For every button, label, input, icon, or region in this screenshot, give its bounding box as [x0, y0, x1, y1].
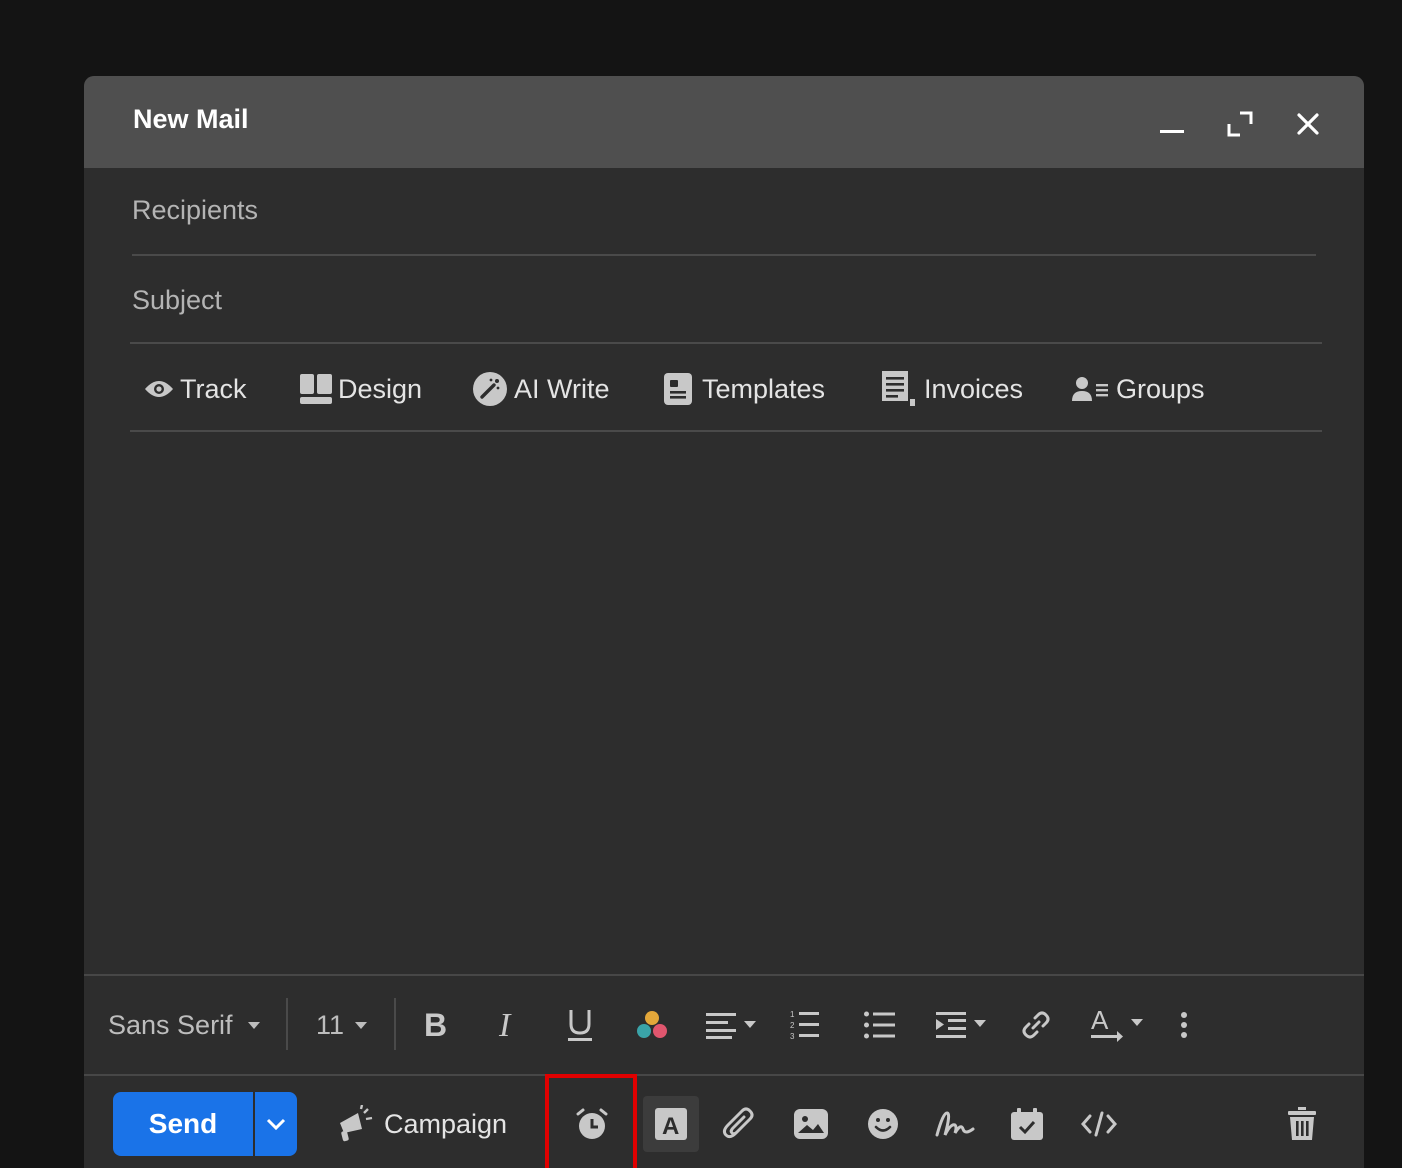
more-options-button[interactable]	[1164, 976, 1204, 1074]
italic-icon: I	[498, 1010, 512, 1040]
font-size-select[interactable]: 11	[308, 976, 378, 1074]
feature-toolbar: Track Design AI Write Templates Invoices	[130, 356, 1330, 422]
discard-draft-button[interactable]	[1274, 1096, 1330, 1152]
compose-titlebar: New Mail	[84, 76, 1364, 168]
send-toolbar: Send Campaign A	[84, 1074, 1364, 1168]
megaphone-icon	[340, 1105, 373, 1142]
insert-image-button[interactable]	[783, 1096, 839, 1152]
feature-divider	[130, 430, 1322, 432]
groups-icon	[1072, 376, 1110, 402]
toolbar-separator	[286, 998, 288, 1050]
insert-html-button[interactable]	[1071, 1096, 1127, 1152]
track-label: Track	[180, 373, 247, 404]
groups-button[interactable]: Groups	[1072, 356, 1205, 422]
formatting-toolbar: Sans Serif 11 B I 1 2 3 A	[84, 974, 1364, 1076]
color-palette-icon	[637, 1011, 667, 1038]
layout-icon	[300, 374, 332, 404]
chevron-down-icon	[266, 1118, 286, 1130]
insert-emoji-button[interactable]	[855, 1096, 911, 1152]
svg-text:A: A	[662, 1113, 679, 1140]
svg-text:3: 3	[790, 1032, 795, 1041]
insert-signature-button[interactable]	[927, 1096, 983, 1152]
close-button[interactable]	[1288, 104, 1328, 144]
emoji-icon	[868, 1109, 898, 1139]
svg-text:A: A	[1091, 1007, 1109, 1035]
campaign-button[interactable]: Campaign	[336, 1092, 507, 1156]
minimize-icon	[1160, 130, 1184, 133]
bulleted-list-button[interactable]	[858, 976, 902, 1074]
caret-down-icon	[355, 1022, 368, 1029]
minimize-button[interactable]	[1152, 104, 1192, 144]
templates-button[interactable]: Templates	[664, 356, 825, 422]
template-icon	[664, 373, 692, 405]
attach-file-button[interactable]	[711, 1096, 767, 1152]
underline-icon	[568, 1010, 592, 1041]
send-options-button[interactable]	[255, 1092, 297, 1156]
underline-button[interactable]	[558, 976, 602, 1074]
font-family-value: Sans Serif	[108, 1009, 233, 1040]
invoices-button[interactable]: Invoices	[882, 356, 1023, 422]
eye-icon	[144, 379, 174, 399]
code-icon	[1081, 1111, 1117, 1137]
numbered-list-button[interactable]: 1 2 3	[784, 976, 828, 1074]
bold-button[interactable]: B	[414, 976, 458, 1074]
expand-icon	[1227, 111, 1253, 137]
alarm-clock-icon	[576, 1108, 608, 1139]
message-body[interactable]	[84, 434, 1364, 974]
image-icon	[794, 1109, 828, 1139]
design-button[interactable]: Design	[300, 356, 422, 422]
magic-wand-icon	[472, 371, 508, 407]
svg-text:I: I	[498, 1010, 512, 1040]
ai-write-label: AI Write	[514, 373, 610, 404]
subject-divider	[130, 342, 1322, 344]
indent-icon	[936, 1012, 986, 1038]
templates-label: Templates	[702, 373, 826, 404]
track-button[interactable]: Track	[144, 356, 247, 422]
trash-icon	[1288, 1107, 1316, 1140]
more-vertical-icon	[1181, 1012, 1187, 1038]
bulleted-list-icon	[864, 1011, 895, 1039]
indent-button[interactable]	[932, 976, 992, 1074]
groups-label: Groups	[1116, 373, 1205, 404]
font-family-select[interactable]: Sans Serif	[108, 976, 278, 1074]
design-label: Design	[338, 373, 423, 404]
compose-window: New Mail Track Des	[84, 76, 1364, 1168]
recipients-divider	[132, 254, 1316, 256]
paperclip-icon	[722, 1107, 754, 1139]
invoice-icon	[882, 371, 916, 407]
svg-text:2: 2	[790, 1021, 795, 1030]
align-left-icon	[706, 1013, 756, 1039]
signature-icon	[935, 1111, 975, 1137]
toolbar-separator	[394, 998, 396, 1050]
text-format-toggle-button[interactable]: A	[643, 1096, 699, 1152]
ai-write-button[interactable]: AI Write	[472, 356, 610, 422]
expand-button[interactable]	[1220, 104, 1260, 144]
compose-title: New Mail	[133, 104, 249, 134]
insert-link-button[interactable]	[1014, 976, 1058, 1074]
recipients-input[interactable]	[132, 190, 1312, 230]
schedule-send-button[interactable]	[564, 1096, 620, 1152]
send-button[interactable]: Send	[113, 1092, 253, 1156]
campaign-label: Campaign	[384, 1108, 508, 1139]
calendar-check-icon	[1011, 1108, 1043, 1140]
subject-input[interactable]	[132, 280, 1312, 320]
italic-button[interactable]: I	[486, 976, 530, 1074]
text-format-icon: A	[655, 1108, 687, 1140]
text-color-button[interactable]	[630, 976, 674, 1074]
font-size-value: 11	[316, 1009, 345, 1040]
svg-text:1: 1	[790, 1010, 795, 1019]
bold-icon: B	[424, 1010, 447, 1040]
invoices-label: Invoices	[924, 373, 1024, 404]
link-icon	[1022, 1011, 1050, 1039]
insert-meeting-button[interactable]	[999, 1096, 1055, 1152]
align-button[interactable]	[702, 976, 762, 1074]
text-highlight-button[interactable]: A	[1084, 976, 1148, 1074]
svg-text:B: B	[424, 1010, 447, 1040]
numbered-list-icon: 1 2 3	[790, 1010, 819, 1041]
close-icon	[1297, 113, 1319, 135]
caret-down-icon	[247, 1022, 260, 1029]
font-color-icon: A	[1091, 1007, 1143, 1042]
